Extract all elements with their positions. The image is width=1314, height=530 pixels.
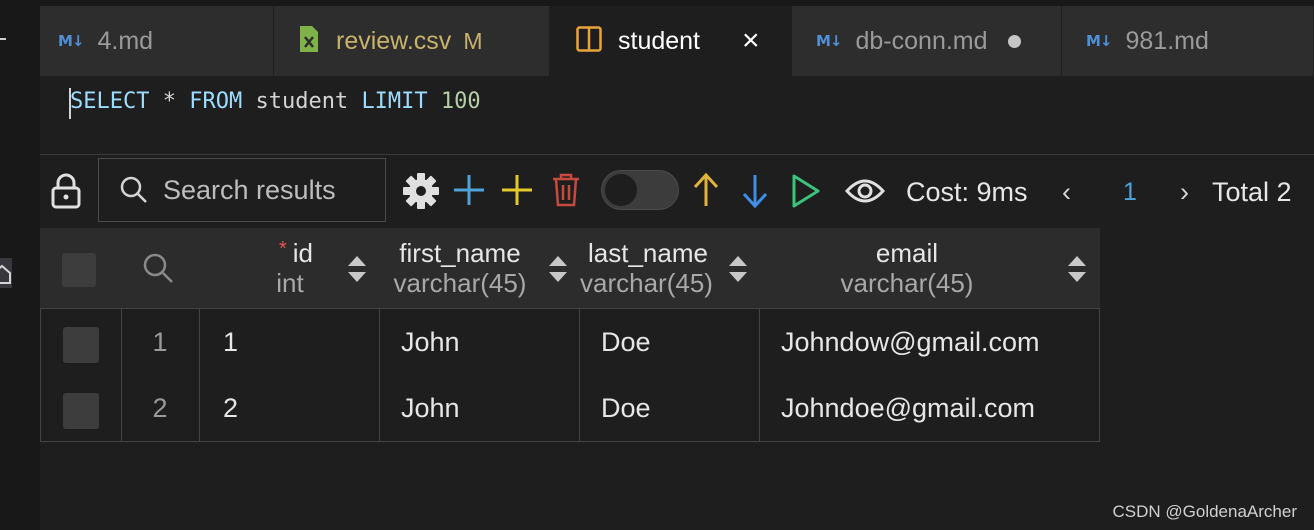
cell-id[interactable]: 2 [223,375,373,441]
lock-icon[interactable] [50,173,82,214]
tab-label: db-conn.md [855,26,988,55]
sort-arrows-icon[interactable] [547,253,569,285]
cell-first-name[interactable]: John [401,375,571,441]
text-cursor [69,88,71,119]
csv-file-icon [298,25,320,58]
total-count: Total 2 [1212,177,1292,207]
collapse-dash-icon[interactable] [0,38,6,40]
modified-badge: M [463,27,483,54]
column-header-last-name[interactable]: last_name varchar(45) [580,228,716,308]
sort-arrows-icon[interactable] [1066,253,1088,285]
tab-review-csv[interactable]: review.csv M [274,6,550,76]
explorer-home-icon[interactable] [0,258,12,288]
column-search-icon[interactable] [142,252,174,289]
query-cost: Cost: 9ms [906,177,1028,207]
sql-editor[interactable]: SELECT * FROM student LIMIT 100 [40,76,1314,155]
row-number: 2 [152,393,168,423]
result-grid: * id int first_name varchar(45) last_name… [40,228,1100,442]
arrow-up-icon[interactable] [692,172,720,213]
tab-db-conn-md[interactable]: M↓ db-conn.md [792,6,1062,76]
markdown-icon: M↓ [1086,32,1112,50]
table-layout-icon [576,25,602,57]
table-row[interactable]: 1 1 John Doe Johndow@gmail.com [41,309,1099,375]
row-checkbox[interactable] [63,327,99,363]
cell-email[interactable]: Johndoe@gmail.com [781,375,1099,441]
add-row-yellow-icon[interactable] [500,173,534,212]
result-toolbar: Cost: 9ms ‹ 1 › Total 2 [40,155,1314,230]
toggle-switch[interactable] [601,170,679,210]
settings-gear-icon[interactable] [402,172,440,215]
search-icon [119,175,149,205]
run-play-icon[interactable] [791,173,821,214]
row-number: 1 [152,327,168,357]
cell-first-name[interactable]: John [401,309,571,375]
sort-arrows-icon[interactable] [346,253,368,285]
tab-981-md[interactable]: M↓ 981.md [1062,6,1314,76]
grid-body: 1 1 John Doe Johndow@gmail.com 2 2 John … [40,308,1100,442]
cell-email[interactable]: Johndow@gmail.com [781,309,1099,375]
required-marker: * [278,238,287,260]
editor-tab-bar: M↓ 4.md review.csv M student × M↓ db-con… [40,0,1314,76]
column-header-first-name[interactable]: first_name varchar(45) [380,228,540,308]
table-row[interactable]: 2 2 John Doe Johndoe@gmail.com [41,375,1099,441]
grid-header: * id int first_name varchar(45) last_name… [40,228,1100,308]
tab-label: 981.md [1125,26,1209,55]
unsaved-dot-icon[interactable] [1007,34,1021,48]
sort-arrows-icon[interactable] [727,253,749,285]
eye-icon[interactable] [844,177,886,210]
tab-label: 4.md [97,26,154,55]
delete-trash-icon[interactable] [550,172,582,213]
activity-bar [0,0,40,530]
tab-student[interactable]: student × [550,6,792,76]
search-results-input[interactable] [161,173,385,207]
current-page[interactable]: 1 [1123,178,1137,207]
column-header-id[interactable]: * id int [200,228,380,308]
previous-page-button[interactable]: ‹ [1062,177,1071,208]
add-row-blue-icon[interactable] [452,173,486,212]
sql-query[interactable]: SELECT * FROM student LIMIT 100 [70,89,481,114]
column-header-email[interactable]: email varchar(45) [760,228,1054,308]
tab-4-md[interactable]: M↓ 4.md [40,6,274,76]
watermark: CSDN @GoldenaArcher [1112,502,1298,521]
arrow-down-icon[interactable] [741,173,769,214]
markdown-icon: M↓ [816,32,842,50]
close-tab-icon[interactable]: × [742,26,760,56]
select-all-checkbox[interactable] [62,253,96,287]
row-checkbox[interactable] [63,393,99,429]
tab-label: review.csv [336,26,452,55]
search-results-box[interactable] [98,158,386,222]
tab-label: student [618,26,701,55]
next-page-button[interactable]: › [1180,177,1189,208]
markdown-icon: M↓ [58,32,84,50]
cell-id[interactable]: 1 [223,309,373,375]
cell-last-name[interactable]: Doe [601,309,751,375]
cell-last-name[interactable]: Doe [601,375,751,441]
